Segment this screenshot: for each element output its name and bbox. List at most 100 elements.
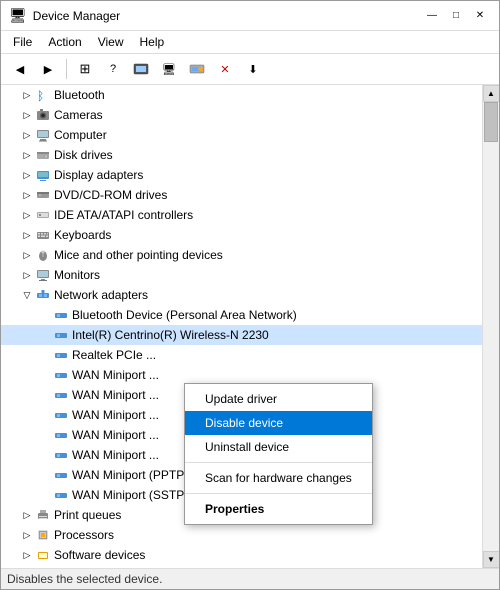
software-devices-label: Software devices (54, 548, 145, 562)
title-left: 🖥 Device Manager (9, 7, 120, 24)
toolbar-remove[interactable]: ✕ (212, 57, 238, 81)
wan-4-icon (53, 427, 69, 443)
tree-item-sound-video[interactable]: ▷ Sound, video and game controllers (1, 565, 482, 568)
ctx-disable-device[interactable]: Disable device (185, 411, 372, 435)
expand-keyboards[interactable]: ▷ (19, 227, 35, 243)
mice-label: Mice and other pointing devices (54, 248, 223, 262)
expand-bluetooth[interactable]: ▷ (19, 87, 35, 103)
scroll-thumb[interactable] (484, 102, 498, 142)
expand-dvd[interactable]: ▷ (19, 187, 35, 203)
tree-item-dvd-cdrom[interactable]: ▷ DVD/CD-ROM drives (1, 185, 482, 205)
tree-item-display-adapters[interactable]: ▷ Display adapters (1, 165, 482, 185)
toolbar-properties[interactable]: ⊞ (72, 57, 98, 81)
context-menu: Update driver Disable device Uninstall d… (184, 383, 373, 525)
realtek-label: Realtek PCIe ... (72, 348, 156, 362)
wan-2-label: WAN Miniport ... (72, 388, 159, 402)
minimize-button[interactable]: — (421, 8, 443, 24)
tree-item-bluetooth-pan[interactable]: ▷ Bluetooth Device (Personal Area Networ… (1, 305, 482, 325)
toolbar-separator-1 (66, 59, 67, 79)
svg-text:ᛒ: ᛒ (37, 89, 44, 102)
tree-item-disk-drives[interactable]: ▷ Disk drives (1, 145, 482, 165)
wan-1-label: WAN Miniport ... (72, 368, 159, 382)
bluetooth-label: Bluetooth (54, 88, 105, 102)
wan-sstp-icon (53, 487, 69, 503)
expand-cameras[interactable]: ▷ (19, 107, 35, 123)
app-icon: 🖥 (9, 7, 27, 24)
device-icon (189, 61, 205, 77)
tree-item-mice[interactable]: ▷ Mice and other pointing devices (1, 245, 482, 265)
ctx-separator-1 (185, 462, 372, 463)
expand-ide[interactable]: ▷ (19, 207, 35, 223)
keyboards-label: Keyboards (54, 228, 111, 242)
tree-item-computer[interactable]: ▷ Computer (1, 125, 482, 145)
tree-item-bluetooth[interactable]: ▷ ᛒ Bluetooth (1, 85, 482, 105)
tree-item-intel-centrino[interactable]: ▷ Intel(R) Centrino(R) Wireless-N 2230 (1, 325, 482, 345)
menu-view[interactable]: View (90, 33, 132, 51)
expand-print[interactable]: ▷ (19, 507, 35, 523)
tree-item-processors[interactable]: ▷ Processors (1, 525, 482, 545)
status-text: Disables the selected device. (7, 572, 162, 586)
scrollbar[interactable]: ▲ ▼ (482, 85, 499, 568)
toolbar-help[interactable]: ? (100, 57, 126, 81)
tree-item-ide-atapi[interactable]: ▷ IDE ATA/ATAPI controllers (1, 205, 482, 225)
dvd-label: DVD/CD-ROM drives (54, 188, 167, 202)
toolbar-update-driver[interactable] (128, 57, 154, 81)
ide-label: IDE ATA/ATAPI controllers (54, 208, 193, 222)
computer-icon (35, 127, 51, 143)
expand-monitors[interactable]: ▷ (19, 267, 35, 283)
tree-item-cameras[interactable]: ▷ Cameras (1, 105, 482, 125)
wan-5-label: WAN Miniport ... (72, 448, 159, 462)
tree-item-software-devices[interactable]: ▷ Software devices (1, 545, 482, 565)
ctx-properties[interactable]: Properties (185, 497, 372, 521)
menu-action[interactable]: Action (40, 33, 89, 51)
expand-sound[interactable]: ▷ (19, 567, 35, 568)
toolbar-monitor[interactable]: 🖥 (156, 57, 182, 81)
title-bar: 🖥 Device Manager — □ ✕ (1, 1, 499, 31)
toolbar-device[interactable] (184, 57, 210, 81)
expand-mice[interactable]: ▷ (19, 247, 35, 263)
sound-video-icon (35, 567, 51, 568)
window-title: Device Manager (33, 9, 120, 23)
close-button[interactable]: ✕ (469, 8, 491, 24)
scroll-track[interactable] (483, 102, 499, 551)
network-adapters-label: Network adapters (54, 288, 148, 302)
expand-network[interactable]: ▽ (19, 287, 35, 303)
software-devices-icon (35, 547, 51, 563)
scroll-down-arrow[interactable]: ▼ (483, 551, 500, 568)
expand-display-adapters[interactable]: ▷ (19, 167, 35, 183)
tree-item-realtek[interactable]: ▷ Realtek PCIe ... (1, 345, 482, 365)
tree-item-wan-1[interactable]: ▷ WAN Miniport ... (1, 365, 482, 385)
expand-processors[interactable]: ▷ (19, 527, 35, 543)
maximize-button[interactable]: □ (445, 8, 467, 24)
tree-pane[interactable]: ▷ ᛒ Bluetooth ▷ Cameras ▷ Comp (1, 85, 482, 568)
wan-1-icon (53, 367, 69, 383)
scroll-up-arrow[interactable]: ▲ (483, 85, 500, 102)
mice-icon (35, 247, 51, 263)
bluetooth-icon: ᛒ (35, 87, 51, 103)
ctx-uninstall-device[interactable]: Uninstall device (185, 435, 372, 459)
expand-disk-drives[interactable]: ▷ (19, 147, 35, 163)
ctx-update-driver[interactable]: Update driver (185, 387, 372, 411)
expand-software[interactable]: ▷ (19, 547, 35, 563)
menu-help[interactable]: Help (132, 33, 173, 51)
dvd-icon (35, 187, 51, 203)
window-controls: — □ ✕ (421, 8, 491, 24)
device-manager-window: 🖥 Device Manager — □ ✕ File Action View … (0, 0, 500, 590)
ctx-scan-hardware[interactable]: Scan for hardware changes (185, 466, 372, 490)
tree-item-keyboards[interactable]: ▷ Keyboards (1, 225, 482, 245)
wan-5-icon (53, 447, 69, 463)
tree-item-network-adapters[interactable]: ▽ Network adapters (1, 285, 482, 305)
monitors-icon (35, 267, 51, 283)
bluetooth-pan-label: Bluetooth Device (Personal Area Network) (72, 308, 297, 322)
toolbar-back[interactable]: ◀ (7, 57, 33, 81)
ide-icon (35, 207, 51, 223)
toolbar-forward[interactable]: ▶ (35, 57, 61, 81)
network-adapters-icon (35, 287, 51, 303)
toolbar-scan[interactable]: ⬇ (240, 57, 266, 81)
wan-2-icon (53, 387, 69, 403)
update-driver-icon (133, 61, 149, 77)
menu-file[interactable]: File (5, 33, 40, 51)
tree-item-monitors[interactable]: ▷ Monitors (1, 265, 482, 285)
wan-pptp-icon (53, 467, 69, 483)
expand-computer[interactable]: ▷ (19, 127, 35, 143)
